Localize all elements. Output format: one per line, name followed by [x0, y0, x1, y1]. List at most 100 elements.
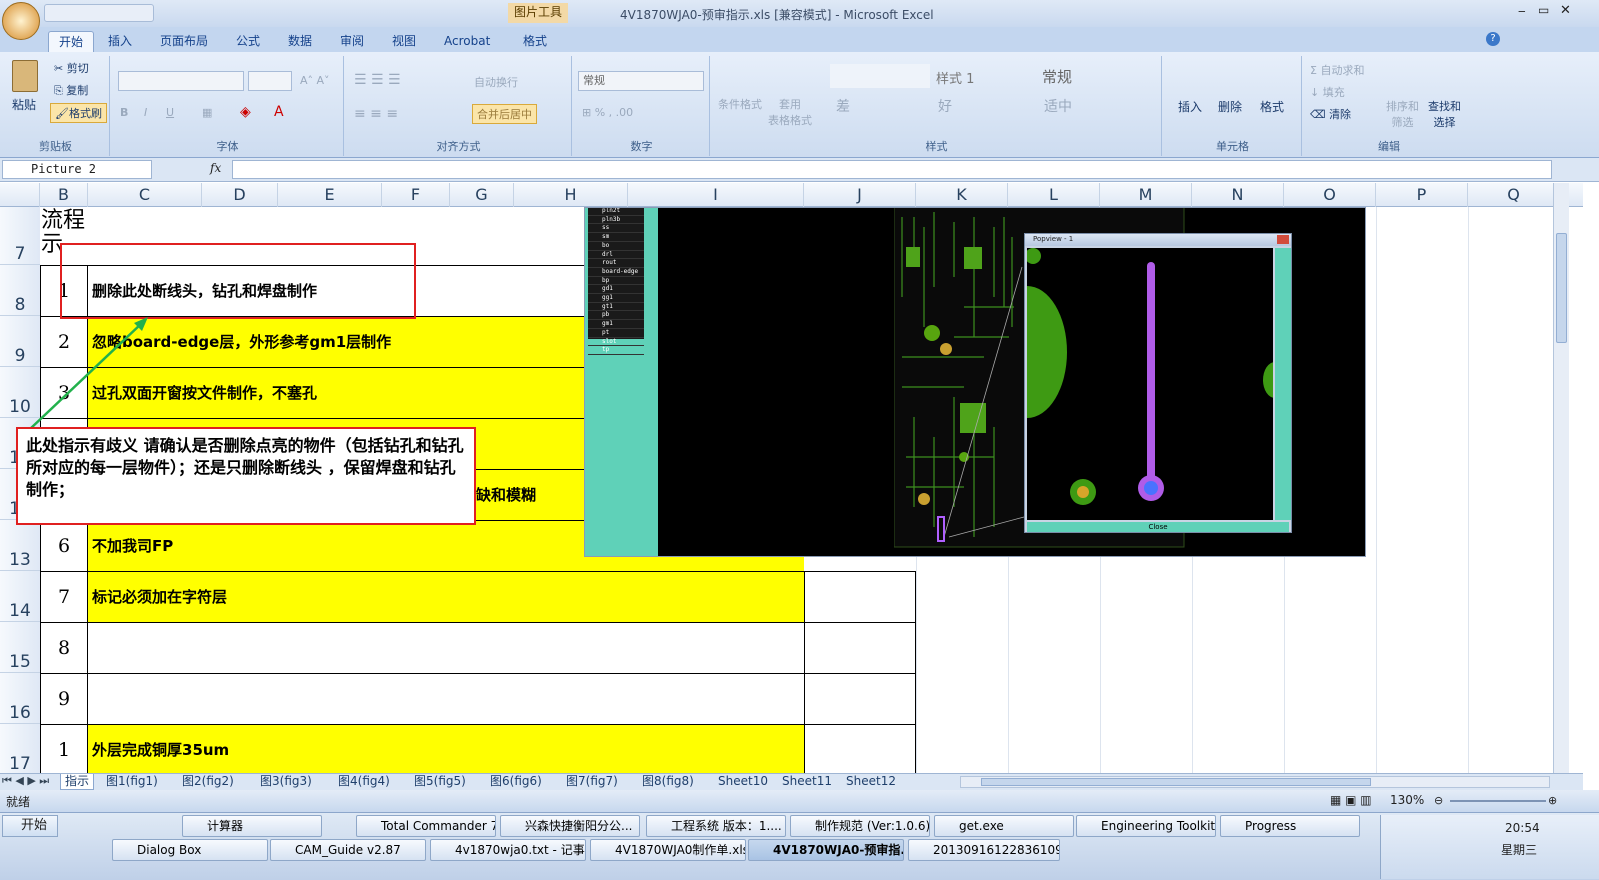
layer-item[interactable]: pln3b [588, 216, 644, 225]
task-rtf[interactable]: 20130916122836109.rtf... [908, 839, 1060, 861]
number-format-box[interactable]: 常规 [578, 71, 704, 91]
fx-icon[interactable]: fx [210, 161, 221, 175]
ambiguity-callout[interactable]: 此处指示有歧义 请确认是否删除点亮的物件（包括钻孔和钻孔所对应的每一层物件）；还… [16, 427, 476, 525]
close-icon[interactable]: ✕ [1560, 3, 1571, 18]
style-blank[interactable] [830, 64, 930, 88]
col-header-g[interactable]: G [450, 183, 514, 207]
layer-item[interactable]: pb [588, 311, 644, 321]
task-dialog-box[interactable]: Dialog Box [112, 839, 268, 861]
clock[interactable]: 20:54 [1505, 821, 1540, 835]
tab-insert[interactable]: 插入 [98, 31, 142, 52]
col-header-m[interactable]: M [1100, 183, 1192, 207]
font-grow-icon[interactable]: A˄ A˅ [300, 74, 330, 87]
col-header-l[interactable]: L [1008, 183, 1100, 207]
find-select-button[interactable]: 查找和 选择 [1428, 98, 1461, 130]
worksheet-grid[interactable]: 7 流程 示 8 1 删除此处断线头，钻孔和焊盘制作 9 2 忽略board-e… [0, 207, 1583, 773]
sheet-tab-2[interactable]: 图1(fig1) [102, 774, 162, 790]
sheet-tab-6[interactable]: 图5(fig5) [410, 774, 470, 790]
layer-list[interactable]: pln2t pln3b ss sm bo drl rout board-edge bp gd1 gg… [588, 207, 644, 355]
tab-data[interactable]: 数据 [278, 31, 322, 52]
col-header-i[interactable]: I [628, 183, 804, 207]
select-all-corner[interactable] [0, 183, 40, 207]
autosum-button[interactable]: Σ 自动求和 [1310, 62, 1364, 78]
cam-screenshot-picture[interactable]: pln2t pln3b ss sm bo drl rout board-edge bp gd1 gg… [584, 207, 1366, 557]
tab-view[interactable]: 视图 [382, 31, 426, 52]
sheet-tab-11[interactable]: Sheet11 [778, 774, 836, 790]
layer-item[interactable]: board-edge [588, 268, 644, 277]
task-total-commander[interactable]: Total Commander 7.0... [356, 815, 496, 837]
italic-button[interactable]: I [144, 106, 147, 119]
task-xingsen[interactable]: 兴森快捷衡阳分公... [500, 815, 640, 837]
task-progress[interactable]: Progress [1220, 815, 1360, 837]
format-painter-button[interactable]: 🖌格式刷 [50, 103, 107, 123]
vertical-scrollbar[interactable] [1553, 183, 1569, 773]
col-header-q[interactable]: Q [1468, 183, 1560, 207]
col-header-b[interactable]: B [40, 183, 88, 207]
style-normal[interactable]: 常规 [1042, 66, 1072, 87]
fill-button[interactable]: ↓ 填充 [1310, 84, 1345, 100]
layer-item[interactable]: tp [588, 346, 644, 355]
col-header-j[interactable]: J [804, 183, 916, 207]
cell-c16[interactable] [88, 673, 804, 724]
style-bad[interactable]: 差 [836, 96, 850, 116]
layer-item[interactable]: gm1 [588, 320, 644, 329]
popview-close-button[interactable]: Close [1027, 522, 1289, 532]
horizontal-scrollbar[interactable] [960, 776, 1550, 788]
layer-item[interactable]: pln2t [588, 207, 644, 216]
cut-button[interactable]: ✂ 剪切 [54, 60, 89, 76]
row-header-16[interactable]: 16 [0, 673, 40, 724]
layer-item[interactable]: drl [588, 251, 644, 260]
conditional-format-button[interactable]: 条件格式 [718, 96, 762, 112]
task-engineering-system[interactable]: 工程系统 版本：1.... [646, 815, 786, 837]
task-spec[interactable]: 制作规范 (Ver:1.0.6) [790, 815, 930, 837]
table-format-button[interactable]: 套用 表格格式 [768, 96, 812, 128]
layer-item[interactable]: gd1 [588, 285, 644, 295]
tab-acrobat[interactable]: Acrobat [434, 31, 500, 52]
row-header-13[interactable]: 13 [0, 520, 40, 571]
layer-item[interactable]: gg1 [588, 294, 644, 303]
row-header-14[interactable]: 14 [0, 571, 40, 622]
merge-center-button[interactable]: 合并后居中 [472, 104, 537, 124]
zoom-out-icon[interactable]: ⊖ [1434, 794, 1443, 807]
style-neutral[interactable]: 适中 [1044, 96, 1072, 116]
col-header-f[interactable]: F [382, 183, 450, 207]
cell-b16[interactable]: 9 [41, 673, 88, 724]
font-name-box[interactable] [118, 71, 244, 91]
insert-cells-button[interactable]: 插入 [1178, 98, 1202, 115]
name-box[interactable]: Picture 2 [2, 160, 152, 179]
help-icon[interactable]: ? [1486, 32, 1500, 46]
tab-review[interactable]: 审阅 [330, 31, 374, 52]
minimize-icon[interactable]: ‒ [1518, 4, 1526, 18]
layer-item[interactable]: bp [588, 277, 644, 286]
view-buttons-icon[interactable]: ▦ ▣ ▥ [1330, 793, 1372, 807]
font-color-icon[interactable]: A [274, 104, 284, 120]
tab-formulas[interactable]: 公式 [226, 31, 270, 52]
cell-c17[interactable]: 外层完成铜厚35um [88, 724, 804, 773]
col-header-p[interactable]: P [1376, 183, 1468, 207]
layer-item[interactable]: gt1 [588, 303, 644, 312]
formula-input[interactable] [232, 160, 1552, 179]
layer-item[interactable]: bo [588, 242, 644, 251]
style-1[interactable]: 样式 1 [936, 68, 974, 87]
start-button[interactable]: 开始 [2, 815, 58, 837]
font-size-box[interactable] [248, 71, 292, 91]
sheet-tab-8[interactable]: 图7(fig7) [562, 774, 622, 790]
cell-b17[interactable]: 1 [41, 724, 88, 773]
layer-item[interactable]: slot [588, 338, 644, 347]
zoom-level[interactable]: 130% [1390, 793, 1424, 807]
wrap-text-button[interactable]: 自动换行 [474, 74, 518, 90]
tab-page-layout[interactable]: 页面布局 [150, 31, 218, 52]
sheet-tab-1[interactable]: 指示 [60, 774, 95, 790]
align-top-icon[interactable]: ☰ ☰ ☰ [354, 72, 401, 88]
sheet-nav-icon[interactable]: ⏮ ◀ ▶ ⏭ [2, 774, 49, 788]
format-cells-button[interactable]: 格式 [1260, 98, 1284, 115]
paste-button[interactable]: 粘贴 [12, 96, 36, 113]
col-header-h[interactable]: H [514, 183, 628, 207]
task-excel-active[interactable]: 4V1870WJA0-预审指... [748, 839, 904, 861]
percent-icon[interactable]: ⊞ % , .00 [582, 106, 633, 119]
sheet-tab-4[interactable]: 图3(fig3) [256, 774, 316, 790]
cell-b14[interactable]: 7 [41, 571, 88, 622]
task-notepad[interactable]: 4v1870wja0.txt - 记事本 [430, 839, 586, 861]
layer-item[interactable]: pt [588, 329, 644, 338]
task-calculator[interactable]: 计算器 [182, 815, 322, 837]
